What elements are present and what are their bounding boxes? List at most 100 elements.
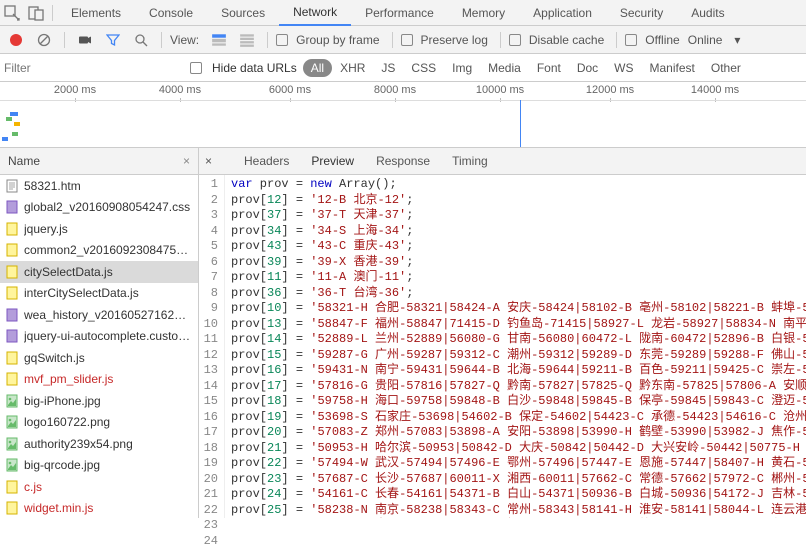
code-line[interactable]: prov[24] = '54161-C 长春-54161|54371-B 白山-… — [225, 487, 806, 503]
code-line[interactable]: prov[36] = '36-T 台湾-36'; — [225, 286, 806, 302]
request-row[interactable]: c.js — [0, 476, 198, 498]
filter-xhr[interactable]: XHR — [332, 59, 373, 77]
separator — [616, 32, 617, 48]
disable-cache-checkbox[interactable] — [509, 34, 521, 46]
throttle-select[interactable]: Online — [688, 33, 723, 47]
detail-tab-headers[interactable]: Headers — [244, 154, 289, 168]
request-row[interactable]: common2_v20160923084755.js — [0, 240, 198, 262]
filter-media[interactable]: Media — [480, 59, 529, 77]
view-small-icon[interactable] — [239, 32, 255, 48]
request-row[interactable]: widget.min.js — [0, 498, 198, 519]
inspect-icon[interactable] — [4, 5, 20, 21]
detail-tab-timing[interactable]: Timing — [452, 154, 488, 168]
request-row[interactable]: wea_history_v20160527162614.css — [0, 304, 198, 326]
clear-icon[interactable] — [36, 32, 52, 48]
filter-manifest[interactable]: Manifest — [642, 59, 703, 77]
network-toolbar: View: Group by frame Preserve log Disabl… — [0, 26, 806, 54]
code-line[interactable]: prov[25] = '58238-N 南京-58238|58343-C 常州-… — [225, 503, 806, 519]
detail-tab-response[interactable]: Response — [376, 154, 430, 168]
tab-performance[interactable]: Performance — [351, 1, 448, 25]
request-row[interactable]: logo160722.png — [0, 412, 198, 434]
code-line[interactable]: prov[13] = '58847-F 福州-58847|71415-D 钓鱼岛… — [225, 317, 806, 333]
code-line[interactable]: prov[22] = '57494-W 武汉-57494|57496-E 鄂州-… — [225, 456, 806, 472]
close-detail-icon[interactable]: × — [205, 154, 212, 168]
css-file-icon — [6, 200, 18, 214]
code-line[interactable]: prov[21] = '50953-H 哈尔滨-50953|50842-D 大庆… — [225, 441, 806, 457]
code-line[interactable]: prov[15] = '59287-G 广州-59287|59312-C 潮州-… — [225, 348, 806, 364]
code-line[interactable]: var prov = new Array(); — [225, 177, 806, 193]
search-icon[interactable] — [133, 32, 149, 48]
code-line[interactable]: prov[34] = '34-S 上海-34'; — [225, 224, 806, 240]
filter-other[interactable]: Other — [703, 59, 749, 77]
filter-ws[interactable]: WS — [606, 59, 641, 77]
code-line[interactable]: prov[37] = '37-T 天津-37'; — [225, 208, 806, 224]
filter-img[interactable]: Img — [444, 59, 480, 77]
line-number: 21 — [199, 487, 224, 503]
timeline-cursor[interactable] — [520, 100, 521, 147]
tab-audits[interactable]: Audits — [677, 1, 738, 25]
doc-file-icon — [6, 179, 18, 193]
preview-code[interactable]: 123456789101112131415161718192021222324 … — [199, 175, 806, 518]
code-line[interactable]: prov[14] = '52889-L 兰州-52889|56080-G 甘南-… — [225, 332, 806, 348]
device-toggle-icon[interactable] — [28, 5, 44, 21]
code-line[interactable]: prov[12] = '12-B 北京-12'; — [225, 193, 806, 209]
request-row[interactable]: authority239x54.png — [0, 433, 198, 455]
filter-font[interactable]: Font — [529, 59, 569, 77]
code-line[interactable]: prov[16] = '59431-N 南宁-59431|59644-B 北海-… — [225, 363, 806, 379]
code-line[interactable]: prov[18] = '59758-H 海口-59758|59848-B 白沙-… — [225, 394, 806, 410]
code-line[interactable]: prov[17] = '57816-G 贵阳-57816|57827-Q 黔南-… — [225, 379, 806, 395]
tab-security[interactable]: Security — [606, 1, 677, 25]
css-file-icon — [6, 308, 18, 322]
request-row[interactable]: big-iPhone.jpg — [0, 390, 198, 412]
preserve-log-checkbox[interactable] — [401, 34, 413, 46]
code-line[interactable]: prov[11] = '11-A 澳门-11'; — [225, 270, 806, 286]
code-line[interactable]: prov[20] = '57083-Z 郑州-57083|53898-A 安阳-… — [225, 425, 806, 441]
filter-css[interactable]: CSS — [403, 59, 444, 77]
request-row[interactable]: jquery-ui-autocomplete.custom.css — [0, 326, 198, 348]
filter-js[interactable]: JS — [373, 59, 403, 77]
img-file-icon — [6, 458, 18, 472]
filter-all[interactable]: All — [303, 59, 332, 77]
tab-sources[interactable]: Sources — [207, 1, 279, 25]
request-row[interactable]: global2_v20160908054247.css — [0, 197, 198, 219]
view-large-icon[interactable] — [211, 32, 227, 48]
request-row[interactable]: citySelectData.js — [0, 261, 198, 283]
offline-checkbox[interactable] — [625, 34, 637, 46]
tab-console[interactable]: Console — [135, 1, 207, 25]
request-row[interactable]: mvf_pm_slider.js — [0, 369, 198, 391]
code-line[interactable]: prov[10] = '58321-H 合肥-58321|58424-A 安庆-… — [225, 301, 806, 317]
filter-toggle-icon[interactable] — [105, 32, 121, 48]
tab-application[interactable]: Application — [519, 1, 606, 25]
request-name: global2_v20160908054247.css — [24, 200, 190, 214]
code-line[interactable]: prov[39] = '39-X 香港-39'; — [225, 255, 806, 271]
filter-input[interactable] — [4, 61, 164, 75]
code-line[interactable]: prov[19] = '53698-S 石家庄-53698|54602-B 保定… — [225, 410, 806, 426]
request-name: jquery.js — [24, 222, 68, 236]
line-number: 17 — [199, 425, 224, 441]
tab-network[interactable]: Network — [279, 0, 351, 26]
filter-doc[interactable]: Doc — [569, 59, 606, 77]
tab-memory[interactable]: Memory — [448, 1, 519, 25]
tab-elements[interactable]: Elements — [57, 1, 135, 25]
record-button[interactable] — [8, 32, 24, 48]
js-file-icon — [6, 265, 18, 279]
camera-icon[interactable] — [77, 32, 93, 48]
offline-label: Offline — [645, 33, 679, 47]
timeline-tick: 2000 ms — [54, 84, 96, 96]
code-line[interactable]: prov[43] = '43-C 重庆-43'; — [225, 239, 806, 255]
preserve-log-label: Preserve log — [421, 33, 488, 47]
hide-data-urls-checkbox[interactable] — [190, 62, 202, 74]
timeline-overview[interactable]: 2000 ms4000 ms6000 ms8000 ms10000 ms1200… — [0, 82, 806, 148]
close-icon[interactable]: × — [183, 154, 190, 168]
name-column-header[interactable]: Name × — [0, 148, 198, 175]
request-row[interactable]: jquery.js — [0, 218, 198, 240]
request-row[interactable]: gqSwitch.js — [0, 347, 198, 369]
code-line[interactable]: prov[23] = '57687-C 长沙-57687|60011-X 湘西-… — [225, 472, 806, 488]
request-row[interactable]: interCitySelectData.js — [0, 283, 198, 305]
view-label: View: — [170, 33, 199, 47]
request-row[interactable]: 58321.htm — [0, 175, 198, 197]
chevron-down-icon[interactable]: ▾ — [734, 33, 740, 47]
detail-tab-preview[interactable]: Preview — [311, 154, 354, 168]
request-row[interactable]: big-qrcode.jpg — [0, 455, 198, 477]
group-by-frame-checkbox[interactable] — [276, 34, 288, 46]
